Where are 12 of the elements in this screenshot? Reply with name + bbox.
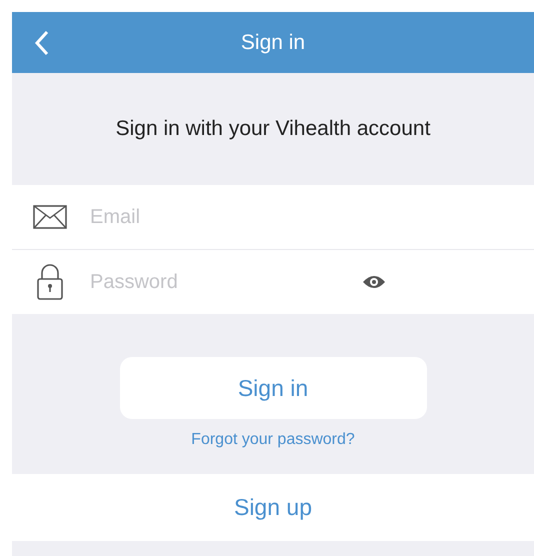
- sign-in-button[interactable]: Sign in: [120, 357, 426, 419]
- envelope-icon: [33, 205, 67, 229]
- eye-icon[interactable]: [362, 275, 386, 289]
- forgot-password-link[interactable]: Forgot your password?: [191, 431, 355, 449]
- email-field[interactable]: Email: [12, 185, 534, 250]
- lock-icon: [37, 264, 63, 300]
- heading: Sign in with your Vihealth account: [116, 117, 430, 141]
- sign-up-button[interactable]: Sign up: [12, 474, 534, 541]
- password-input[interactable]: Password: [88, 270, 362, 294]
- screen-title: Sign in: [240, 30, 306, 54]
- email-input[interactable]: Email: [88, 204, 492, 230]
- password-field[interactable]: Password: [12, 250, 534, 314]
